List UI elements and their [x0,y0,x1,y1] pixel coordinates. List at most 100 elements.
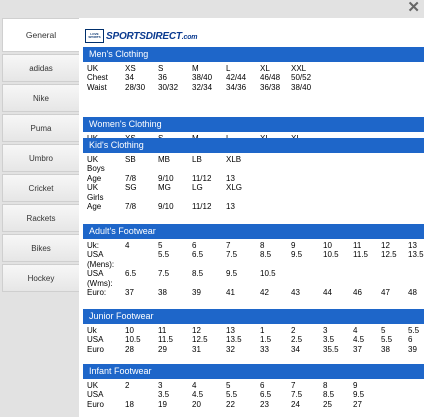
size-cell: 13.5 [226,335,242,345]
size-row: USA 3.5 4.5 5.5 6.5 7.5 8.5 9.5 [83,390,424,399]
size-row: Boys [83,164,424,173]
size-cell: 9 [291,241,296,250]
tab-nike[interactable]: Nike [2,84,79,112]
size-cell: XS [125,64,136,73]
size-cell: 34/36 [226,82,247,92]
size-cell: 11 [353,241,362,250]
size-cell: LG [192,183,203,193]
size-cell: 10.5 [323,250,339,260]
size-cell: Boys [87,164,105,174]
size-cell: 29 [158,344,167,354]
size-cell: 23 [260,399,269,409]
sportsdirect-logo: LOVE SPORTS SPORTSDIRECT.com [85,29,198,43]
size-cell: 50/52 [291,73,312,83]
size-cell: 3.5 [158,390,170,400]
section-adult-s-footwear: Adult's Footwear Uk: 4 5 6 7 8 9 10 11 12 13 USA 5.5 6… [83,224,424,297]
size-row: (Wms): [83,279,424,288]
size-cell: 7 [226,241,231,250]
size-cell: 3 [158,381,163,390]
tab-cricket[interactable]: Cricket [2,174,79,202]
size-cell: 39 [408,344,417,354]
size-row: Uk 10 11 12 13 1 2 3 4 5 5.5 [83,326,424,335]
size-row: Age 7/8 9/10 11/12 13 [83,174,424,183]
size-row: UK SG MG LG XLG [83,183,424,192]
size-cell: Euro: [87,287,107,297]
size-row: UK SB MB LB XLB [83,155,424,164]
size-cell: 12 [192,326,201,335]
size-row: UK XS S M L XL XXL [83,64,424,73]
size-cell: Uk [87,326,97,335]
size-cell: M [192,64,199,73]
logo-wordmark: SPORTSDIRECT.com [106,31,198,42]
size-cell: 4.5 [353,335,365,345]
size-cell: 30/32 [158,82,179,92]
section-header: Men's Clothing [83,47,424,62]
size-cell: 6 [408,335,413,345]
size-cell: 11/12 [192,173,212,183]
size-cell: 6.5 [125,269,137,279]
size-cell: 32/34 [192,82,213,92]
size-cell: Girls [87,192,104,202]
size-row: Euro 18 19 20 22 23 24 25 27 [83,400,424,409]
size-cell: 46/48 [260,73,281,83]
size-cell: 11.5 [158,335,173,345]
size-cell: 35.5 [323,344,339,354]
size-cell: 2 [125,381,130,390]
tab-rackets[interactable]: Rackets [2,204,79,232]
logo-suffix: .com [181,33,198,41]
size-cell: 9.5 [353,390,365,400]
size-cell: 18 [125,399,134,409]
size-cell: 22 [226,399,235,409]
close-icon[interactable]: ✕ [407,0,420,15]
size-cell: Uk: [87,241,99,250]
size-cell: XL [260,64,270,73]
size-cell: 2.5 [291,335,303,345]
size-cell: 32 [226,344,235,354]
size-cell: UK [87,381,99,390]
size-cell: 1 [260,326,265,335]
tab-bikes[interactable]: Bikes [2,234,79,262]
size-guide-dialog: ✕ General adidas Nike Puma Umbro Cricket Racke… [0,0,424,417]
size-cell: USA [87,390,104,400]
size-cell: 5 [381,326,386,335]
size-row: Uk: 4 5 6 7 8 9 10 11 12 13 [83,241,424,250]
size-cell: 5.5 [226,390,238,400]
size-cell: USA [87,335,104,345]
size-cell: 7 [291,381,296,390]
size-cell: L [226,64,231,73]
size-cell: XXL [291,64,307,73]
section-header: Women's Clothing [83,117,424,132]
size-cell: 36 [158,73,167,83]
size-cell: LB [192,155,202,164]
tab-general[interactable]: General [2,18,79,52]
size-cell: 37 [125,287,134,297]
size-row: USA 5.5 6.5 7.5 8.5 9.5 10.5 11.5 12.5 13.5 [83,250,424,259]
size-cell: 34 [125,73,134,83]
size-cell: (Mens): [87,259,115,269]
tab-adidas[interactable]: adidas [2,54,79,82]
size-cell: 8 [260,241,265,250]
section-header: Adult's Footwear [83,224,424,239]
size-cell: 42 [260,287,269,297]
tab-hockey[interactable]: Hockey [2,264,79,292]
size-cell: 1.5 [260,335,272,345]
size-cell: 38/40 [291,82,312,92]
size-cell: 20 [192,399,201,409]
size-cell: 7.5 [226,250,238,260]
size-cell: MG [158,183,171,193]
size-cell: 3 [323,326,328,335]
tab-umbro[interactable]: Umbro [2,144,79,172]
size-cell: UK [87,64,99,73]
tab-puma[interactable]: Puma [2,114,79,142]
size-cell: 12.5 [381,250,397,260]
section-header: Infant Footwear [83,364,424,379]
size-cell: XLB [226,155,242,164]
size-cell: 38 [158,287,167,297]
size-chart-panel: LOVE SPORTS SPORTSDIRECT.com Men's Cloth… [79,18,424,417]
size-cell: 43 [291,287,300,297]
size-cell: SG [125,183,137,193]
size-cell: 28/30 [125,82,146,92]
size-cell: Euro [87,399,104,409]
logo-badge: LOVE SPORTS [85,29,104,43]
size-cell: 2 [291,326,296,335]
